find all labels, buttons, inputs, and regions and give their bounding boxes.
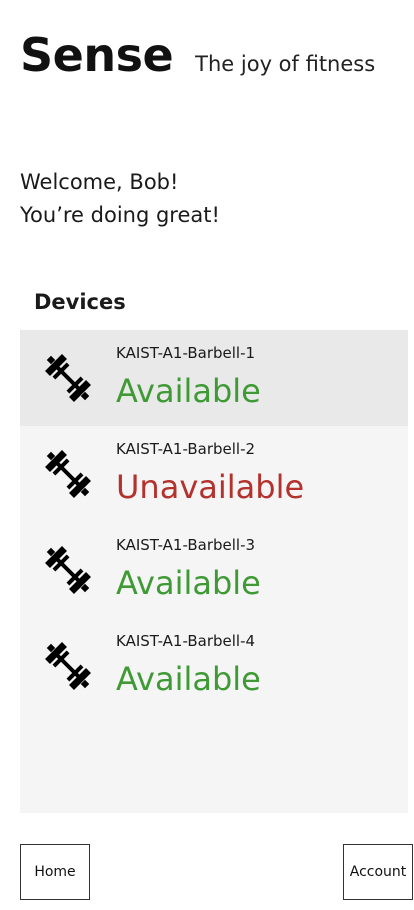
- device-status: Available: [116, 564, 261, 602]
- device-name: KAIST-A1-Barbell-3: [116, 536, 256, 554]
- account-button[interactable]: Account: [343, 844, 413, 900]
- device-status: Unavailable: [116, 468, 305, 506]
- devices-heading: Devices: [34, 290, 126, 314]
- device-list-item[interactable]: KAIST-A1-Barbell-2 Unavailable: [20, 426, 408, 522]
- device-name: KAIST-A1-Barbell-4: [116, 632, 256, 650]
- welcome-encouragement: You’re doing great!: [20, 203, 220, 227]
- barbell-icon: [44, 450, 92, 498]
- welcome-greeting: Welcome, Bob!: [20, 170, 179, 194]
- welcome-message: Welcome, Bob! You’re doing great!: [20, 166, 220, 232]
- device-list-item[interactable]: KAIST-A1-Barbell-1 Available: [20, 330, 408, 426]
- barbell-icon: [44, 642, 92, 690]
- home-button[interactable]: Home: [20, 844, 90, 900]
- device-list-item[interactable]: KAIST-A1-Barbell-3 Available: [20, 522, 408, 618]
- barbell-icon: [44, 546, 92, 594]
- app-header: Sense The joy of fitness: [20, 28, 375, 82]
- device-name: KAIST-A1-Barbell-2: [116, 440, 256, 458]
- device-name: KAIST-A1-Barbell-1: [116, 344, 256, 362]
- device-status: Available: [116, 660, 261, 698]
- barbell-icon: [44, 354, 92, 402]
- device-list-item[interactable]: KAIST-A1-Barbell-4 Available: [20, 618, 408, 714]
- app-tagline: The joy of fitness: [195, 52, 376, 76]
- app-title: Sense: [20, 28, 174, 82]
- app-screen: Sense The joy of fitness Welcome, Bob! Y…: [0, 0, 414, 910]
- device-list[interactable]: KAIST-A1-Barbell-1 Available KAIST-A1-Ba…: [20, 330, 408, 813]
- device-status: Available: [116, 372, 261, 410]
